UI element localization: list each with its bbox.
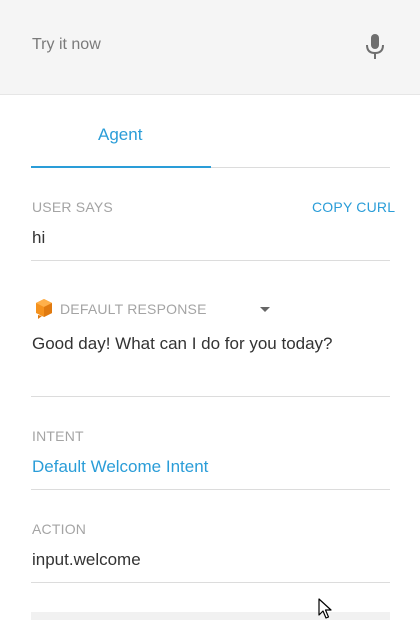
divider	[31, 396, 390, 397]
cube-icon	[36, 299, 52, 319]
intent-label: INTENT	[32, 428, 84, 444]
user-says-value: hi	[32, 228, 46, 247]
microphone-icon[interactable]	[364, 33, 386, 61]
user-says-label: USER SAYS	[32, 199, 113, 215]
tab-agent-label: Agent	[98, 125, 143, 144]
try-it-now-input[interactable]: Try it now	[32, 36, 101, 54]
bottom-panel-edge	[31, 612, 390, 620]
intent-link[interactable]: Default Welcome Intent	[32, 457, 208, 477]
tab-agent[interactable]: Agent	[31, 110, 211, 168]
divider	[31, 489, 390, 490]
caret-down-icon[interactable]	[260, 307, 270, 312]
copy-curl-link[interactable]: COPY CURL	[312, 199, 395, 215]
divider	[31, 582, 390, 583]
default-response-label: DEFAULT RESPONSE	[60, 301, 207, 317]
tab-bar: Agent	[31, 110, 390, 168]
try-it-now-bar: Try it now	[0, 0, 420, 95]
action-label: ACTION	[32, 521, 87, 537]
divider	[31, 260, 390, 261]
action-value: input.welcome	[32, 550, 141, 569]
default-response-value: Good day! What can I do for you today?	[32, 334, 333, 353]
mouse-cursor-icon	[318, 598, 332, 619]
